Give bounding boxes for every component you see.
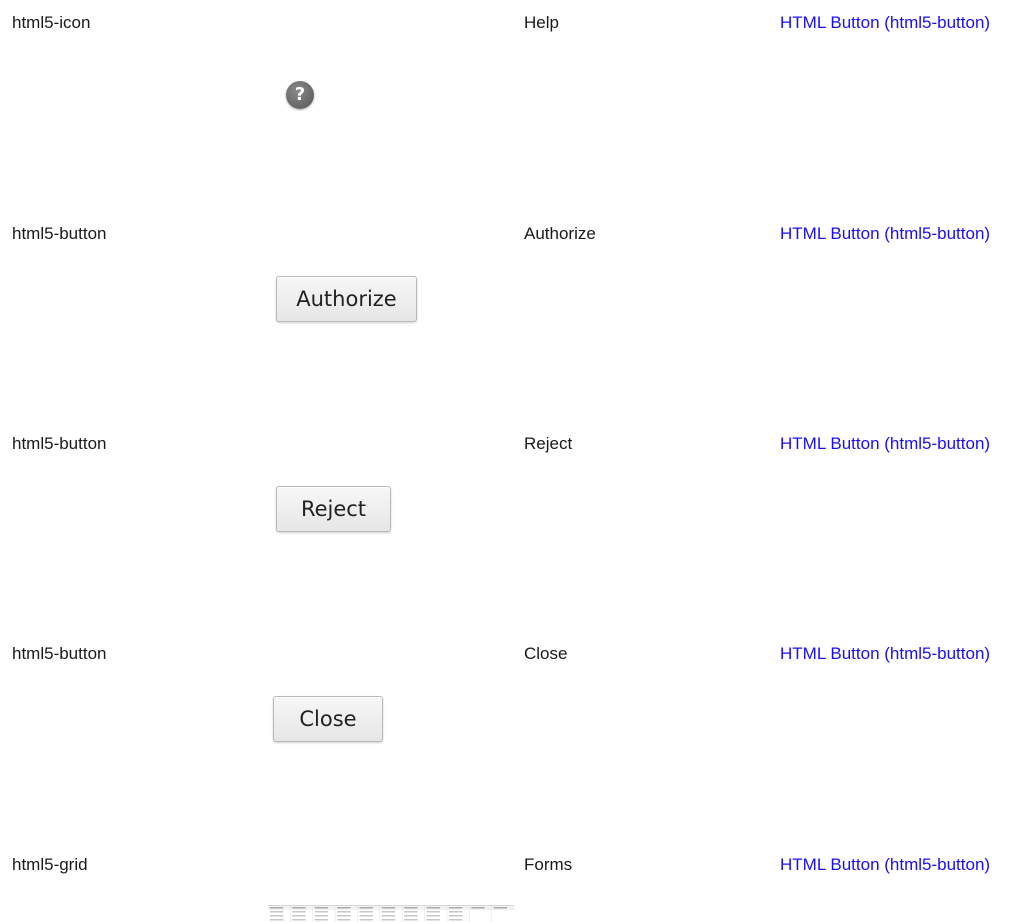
grid-cell [448,911,463,913]
component-label: Reject [524,434,573,453]
component-type: html5-icon [12,13,91,32]
grid-cell [426,911,440,913]
grid-header-cell [359,907,373,909]
component-label: Forms [524,855,573,874]
forms-grid-image [268,906,514,922]
reject-button[interactable]: Reject [276,486,391,532]
html-button-link[interactable]: HTML Button (html5-button) [780,12,1005,33]
authorize-button[interactable]: Authorize [276,276,417,322]
grid-cell [292,915,306,917]
grid-cell [448,919,463,921]
forms-grid-thumbnail [268,905,514,922]
html-button-link[interactable]: HTML Button (html5-button) [780,433,1005,454]
grid-header-cell [471,907,485,909]
grid-cell [359,911,373,913]
grid-header-cell [381,907,396,909]
html-button-link[interactable]: HTML Button (html5-button) [780,643,1005,664]
grid-header-cell [270,907,284,909]
grid-cell [381,915,396,917]
help-icon[interactable]: ? [286,81,314,109]
component-type: html5-button [12,224,107,243]
component-type: html5-button [12,644,107,663]
html-button-link[interactable]: HTML Button (html5-button) [780,223,1005,244]
grid-cell [337,919,351,921]
grid-cell [292,919,306,921]
component-type: html5-grid [12,855,88,874]
grid-cell [337,911,351,913]
grid-cell [337,915,351,917]
grid-cell [404,915,418,917]
component-label: Help [524,13,559,32]
grid-header-cell [404,907,418,909]
grid-cell [270,919,284,921]
grid-cell [359,919,373,921]
close-button[interactable]: Close [273,696,383,742]
grid-header-cell [493,907,508,909]
grid-cell [359,915,373,917]
grid-cell [270,915,284,917]
grid-header-cell [292,907,306,909]
grid-header-cell [426,907,440,909]
grid-cell [426,915,440,917]
grid-cell [448,915,463,917]
grid-cell [292,911,306,913]
component-type: html5-button [12,434,107,453]
grid-header-cell [314,907,329,909]
grid-cell [404,911,418,913]
html-button-link[interactable]: HTML Button (html5-button) [780,854,1005,875]
grid-cell [270,911,284,913]
grid-cell [404,919,418,921]
grid-cell [314,915,329,917]
grid-cell [314,919,329,921]
grid-header-cell [448,907,463,909]
component-label: Authorize [524,224,596,243]
grid-cell [426,919,440,921]
component-label: Close [524,644,568,663]
grid-header-cell [337,907,351,909]
grid-cell [381,919,396,921]
grid-cell [381,911,396,913]
grid-cell [314,911,329,913]
